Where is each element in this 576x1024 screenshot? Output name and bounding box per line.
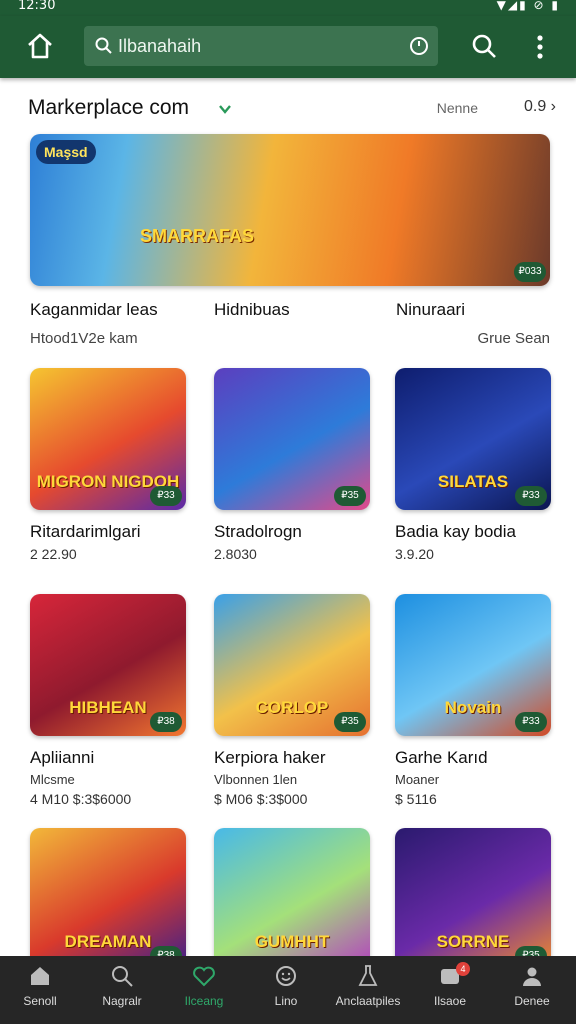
product-title[interactable]: Badia kay bodia — [395, 522, 551, 542]
section-title: Markerplace com — [28, 96, 190, 119]
product-title[interactable]: Garhe Karıd — [395, 748, 551, 768]
content-area[interactable]: Markerplace com Nenne 0.9 › Maşsd SMARRA… — [0, 78, 576, 956]
nav-item-person[interactable]: Denee — [492, 956, 572, 1024]
price-badge: ₽033 — [514, 262, 546, 282]
featured-label[interactable]: Kaganmidar leas — [30, 300, 158, 320]
product-price: 3.9.20 — [395, 546, 434, 562]
product-thumbnail[interactable]: ₽35 — [214, 368, 370, 510]
price-badge: ₽38 — [150, 712, 182, 732]
featured-label[interactable]: Hidnibuas — [214, 300, 290, 320]
product-price: $ 5116 — [395, 791, 437, 807]
product-thumbnail[interactable]: SILATAS ₽33 — [395, 368, 551, 510]
price-badge: ₽35 — [334, 486, 366, 506]
price-badge: ₽38 — [150, 946, 182, 956]
search-icon — [95, 37, 112, 54]
nav-label: Denee — [514, 994, 550, 1008]
status-icons: ▼◢▮ ⊘ ▮ — [496, 0, 560, 12]
nav-label: Senoll — [23, 994, 57, 1008]
product-subtitle: Vlbonnen 1len — [214, 772, 298, 787]
banner-logo: Maşsd — [36, 140, 96, 164]
nav-item-inbox[interactable]: 4 Ilsaoe — [410, 956, 490, 1024]
nav-label: Ilsaoe — [433, 994, 467, 1008]
product-price: 2.8030 — [214, 546, 257, 562]
price-badge: ₽35 — [334, 712, 366, 732]
product-card[interactable]: HIBHEAN ₽38 Apliianni Mlcsme 4 M10 $:3$6000 — [30, 594, 186, 807]
product-price: 2 22.90 — [30, 546, 77, 562]
product-thumbnail[interactable]: GUMHHT — [214, 828, 370, 956]
product-thumbnail[interactable]: Novain ₽33 — [395, 594, 551, 736]
product-price: $ M06 $:3$000 — [214, 791, 308, 807]
status-time: 12:30 — [18, 0, 56, 13]
thumbnail-art-title: GUMHHT — [254, 932, 330, 951]
more-icon[interactable] — [528, 32, 552, 62]
home-icon[interactable] — [24, 30, 56, 62]
product-title[interactable]: Stradolrogn — [214, 522, 370, 542]
featured-label[interactable]: Ninuraari — [396, 300, 465, 320]
product-subtitle: Mlcsme — [30, 772, 75, 787]
product-thumbnail[interactable]: MIGRON NIGDOH ₽33 — [30, 368, 186, 510]
search-icon — [112, 966, 133, 987]
nav-label: Lino — [274, 994, 298, 1008]
price-badge: ₽33 — [150, 486, 182, 506]
product-price: 4 M10 $:3$6000 — [30, 791, 132, 807]
product-thumbnail[interactable]: DREAMAN ₽38 — [30, 828, 186, 956]
banner-art-title: SMARRAFAS — [140, 226, 255, 246]
product-thumbnail[interactable]: SORRNE ₽35 — [395, 828, 551, 956]
smiley-icon — [276, 966, 296, 986]
nav-item-flask[interactable]: Anclaatpiles — [328, 956, 408, 1024]
status-bar: 12:30 ▼◢▮ ⊘ ▮ — [0, 0, 576, 16]
section-header: Markerplace com Nenne 0.9 › — [28, 96, 556, 124]
product-card[interactable]: CORLOP ₽35 Kerpiora haker Vlbonnen 1len $ M0… — [214, 594, 370, 807]
search-value: Ilbanahaih — [118, 36, 202, 56]
featured-sub-left: Htood1V2e kam — [30, 330, 138, 347]
featured-subtitles: Htood1V2e kam Grue Sean — [30, 330, 550, 347]
price-badge: ₽33 — [515, 486, 547, 506]
product-card[interactable]: DREAMAN ₽38 — [30, 828, 186, 956]
app-bar: Ilbanahaih — [0, 16, 576, 78]
bottom-navigation: Senoll Nagralr Ilceang Lino Anclaatpiles 4 Ils… — [0, 956, 576, 1024]
nav-item-search[interactable]: Nagralr — [82, 956, 162, 1024]
nav-label: Nagralr — [102, 994, 142, 1008]
product-thumbnail[interactable]: CORLOP ₽35 — [214, 594, 370, 736]
featured-banner[interactable]: Maşsd SMARRAFAS ₽033 — [30, 134, 550, 286]
nav-item-smiley[interactable]: Lino — [246, 956, 326, 1024]
flask-icon — [358, 965, 378, 986]
product-title[interactable]: Kerpiora haker — [214, 748, 370, 768]
nav-item-home[interactable]: Senoll — [0, 956, 80, 1024]
heart-icon — [193, 966, 215, 987]
product-card[interactable]: ₽35 Stradolrogn 2.8030 — [214, 368, 370, 562]
sort-label[interactable]: Nenne — [437, 100, 478, 116]
chevron-down-icon[interactable] — [218, 102, 232, 116]
search-input[interactable]: Ilbanahaih — [84, 26, 438, 66]
product-thumbnail[interactable]: HIBHEAN ₽38 — [30, 594, 186, 736]
notification-badge: 4 — [456, 962, 470, 976]
price-badge: ₽35 — [515, 946, 547, 956]
product-card[interactable]: SORRNE ₽35 — [395, 828, 551, 956]
history-icon[interactable] — [408, 35, 430, 57]
product-card[interactable]: GUMHHT — [214, 828, 370, 956]
nav-label: Anclaatpiles — [335, 994, 401, 1008]
product-title[interactable]: Ritardarimlgari — [30, 522, 186, 542]
product-subtitle: Moaner — [395, 772, 440, 787]
search-button[interactable] — [470, 32, 498, 60]
sort-value[interactable]: 0.9 › — [524, 98, 556, 116]
product-card[interactable]: SILATAS ₽33 Badia kay bodia 3.9.20 — [395, 368, 551, 562]
person-icon — [523, 967, 541, 986]
product-card[interactable]: MIGRON NIGDOH ₽33 Ritardarimlgari 2 22.90 — [30, 368, 186, 562]
nav-label: Ilceang — [184, 994, 224, 1008]
product-title[interactable]: Apliianni — [30, 748, 186, 768]
nav-item-heart[interactable]: Ilceang — [164, 956, 244, 1024]
price-badge: ₽33 — [515, 712, 547, 732]
home-icon — [31, 967, 49, 985]
product-card[interactable]: Novain ₽33 Garhe Karıd Moaner $ 5116 — [395, 594, 551, 807]
featured-sub-right: Grue Sean — [477, 330, 550, 347]
